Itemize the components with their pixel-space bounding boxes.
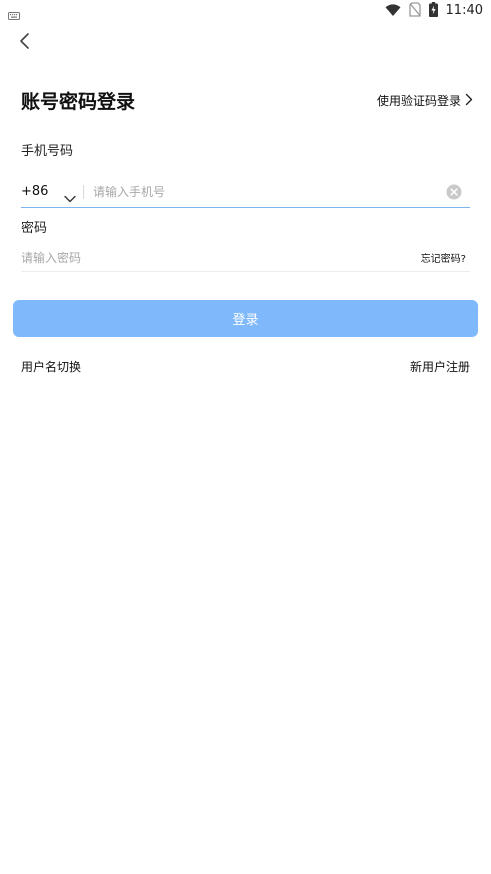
- country-code: +86: [21, 184, 49, 199]
- forgot-password-link[interactable]: 忘记密码?: [421, 250, 466, 265]
- phone-label: 手机号码: [21, 144, 74, 159]
- phone-input[interactable]: [93, 184, 446, 199]
- back-button[interactable]: [14, 32, 36, 54]
- password-field-row: 忘记密码?: [21, 244, 470, 272]
- clear-circle-icon[interactable]: [446, 184, 462, 200]
- status-time: 11:40: [445, 3, 483, 18]
- password-label: 密码: [21, 221, 48, 236]
- phone-field-row: +86: [21, 176, 470, 208]
- no-sim-icon: [408, 1, 421, 21]
- login-button[interactable]: 登录: [13, 300, 478, 337]
- register-link[interactable]: 新用户注册: [410, 358, 470, 375]
- chevron-right-icon: [465, 93, 473, 109]
- divider: [83, 184, 84, 199]
- status-bar: 11:40: [0, 0, 491, 22]
- sms-login-link[interactable]: 使用验证码登录: [377, 92, 473, 109]
- battery-charging-icon: [428, 1, 438, 21]
- password-input[interactable]: [21, 250, 421, 265]
- keyboard-icon: [8, 5, 20, 20]
- country-code-selector[interactable]: +86: [21, 184, 79, 202]
- sms-login-label: 使用验证码登录: [376, 94, 461, 108]
- wifi-icon: [385, 2, 401, 21]
- chevron-left-icon: [19, 32, 31, 54]
- switch-username-link[interactable]: 用户名切换: [21, 358, 81, 375]
- chevron-down-icon: [64, 188, 77, 202]
- page-title: 账号密码登录: [21, 91, 136, 113]
